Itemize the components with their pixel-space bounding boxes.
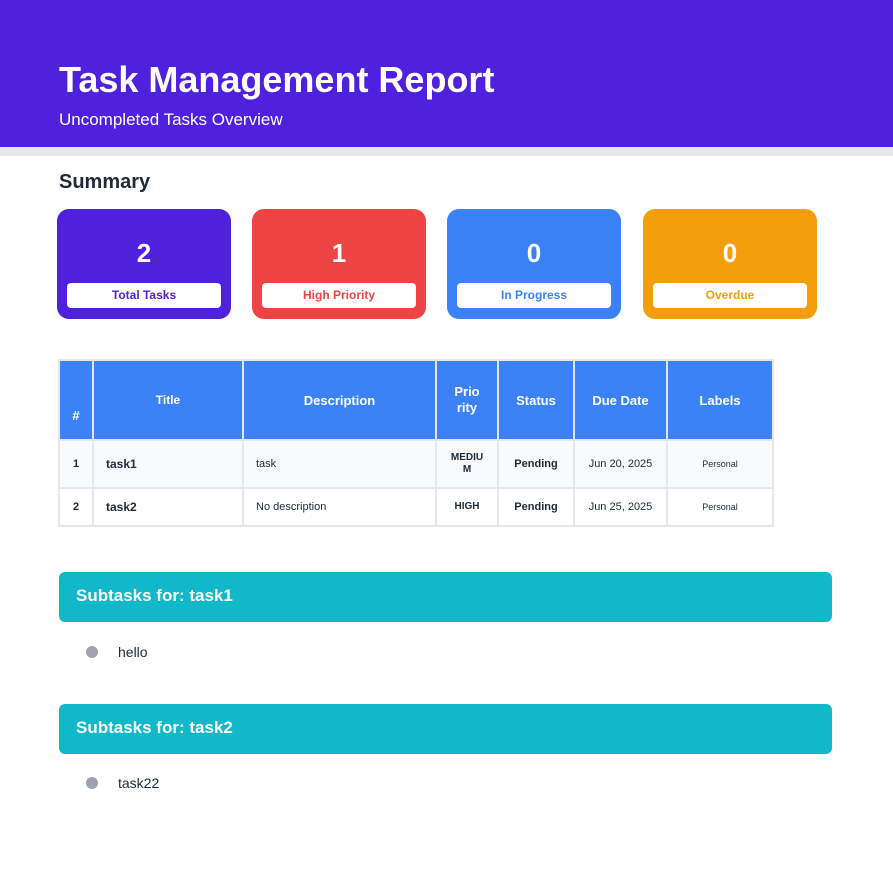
summary-card-in-progress: 0 In Progress xyxy=(447,209,621,319)
tasks-table: # Title Description Prio rity Status Due… xyxy=(58,359,774,527)
column-header-number: # xyxy=(58,359,94,441)
cell-title: task2 xyxy=(92,487,244,527)
summary-card-label: In Progress xyxy=(457,283,611,308)
column-header-labels: Labels xyxy=(666,359,774,441)
page-subtitle: Uncompleted Tasks Overview xyxy=(59,110,283,129)
summary-card-high-priority: 1 High Priority xyxy=(252,209,426,319)
column-header-priority: Prio rity xyxy=(435,359,499,441)
summary-card-value: 2 xyxy=(136,238,152,268)
cell-status: Pending xyxy=(497,487,575,527)
summary-card-label: Overdue xyxy=(653,283,807,308)
subtasks-heading: Subtasks for: task1 xyxy=(76,586,233,605)
page-title: Task Management Report xyxy=(59,59,495,100)
report-header: Task Management Report Uncompleted Tasks… xyxy=(0,0,893,147)
cell-due-date: Jun 25, 2025 xyxy=(573,487,668,527)
column-header-due-date: Due Date xyxy=(573,359,668,441)
bullet-icon xyxy=(86,777,98,789)
table-header-row: # Title Description Prio rity Status Due… xyxy=(58,359,774,441)
subtask-label: task22 xyxy=(118,775,160,791)
cell-status: Pending xyxy=(497,439,575,489)
subtasks-heading: Subtasks for: task2 xyxy=(76,718,233,737)
summary-card-total-tasks: 2 Total Tasks xyxy=(57,209,231,319)
cell-number: 1 xyxy=(58,439,94,489)
table-row: 1 task1 task MEDIU M Pending Jun 20, 202… xyxy=(58,439,774,489)
header-divider xyxy=(0,147,893,156)
cell-title: task1 xyxy=(92,439,244,489)
cell-description: task xyxy=(242,439,437,489)
cell-description: No description xyxy=(242,487,437,527)
table-row: 2 task2 No description HIGH Pending Jun … xyxy=(58,487,774,527)
column-header-description: Description xyxy=(242,359,437,441)
cell-labels: Personal xyxy=(666,487,774,527)
subtask-label: hello xyxy=(118,644,148,660)
cell-labels: Personal xyxy=(666,439,774,489)
column-header-status: Status xyxy=(497,359,575,441)
cell-due-date: Jun 20, 2025 xyxy=(573,439,668,489)
summary-card-label: High Priority xyxy=(262,283,416,308)
summary-card-label: Total Tasks xyxy=(67,283,221,308)
subtasks-header-task2: Subtasks for: task2 xyxy=(59,704,832,754)
cell-priority: HIGH xyxy=(435,487,499,527)
bullet-icon xyxy=(86,646,98,658)
summary-card-value: 1 xyxy=(331,238,347,268)
summary-heading: Summary xyxy=(59,171,151,193)
column-header-title: Title xyxy=(92,359,244,441)
subtasks-header-task1: Subtasks for: task1 xyxy=(59,572,832,622)
summary-card-overdue: 0 Overdue xyxy=(643,209,817,319)
summary-card-value: 0 xyxy=(722,238,738,268)
cell-priority: MEDIU M xyxy=(435,439,499,489)
summary-card-value: 0 xyxy=(526,238,542,268)
cell-number: 2 xyxy=(58,487,94,527)
